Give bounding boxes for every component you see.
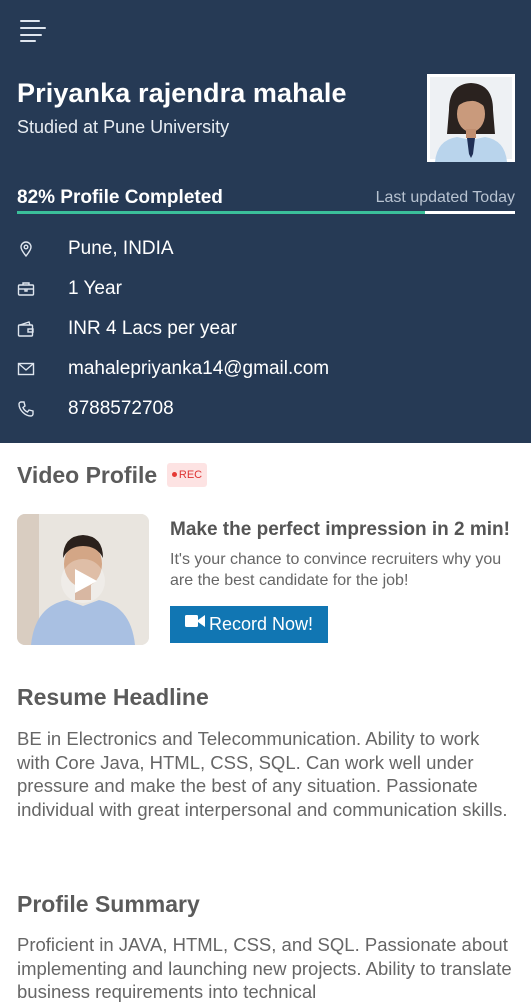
video-thumbnail[interactable] <box>17 514 149 645</box>
detail-experience: 1 Year <box>17 276 517 304</box>
detail-email: mahalepriyanka14@gmail.com <box>17 356 517 384</box>
profile-name: Priyanka rajendra mahale <box>17 78 347 108</box>
record-now-label: Record Now! <box>208 613 314 634</box>
profile-education: Studied at Pune University <box>17 117 230 137</box>
phone-icon <box>17 400 35 418</box>
location-value: Pune, INDIA <box>68 238 174 259</box>
resume-headline-title: Resume Headline <box>17 684 209 710</box>
detail-salary: INR 4 Lacs per year <box>17 316 517 344</box>
rec-badge-label: REC <box>178 469 203 481</box>
briefcase-icon <box>17 280 35 298</box>
profile-header: Priyanka rajendra mahale Studied at Pune… <box>0 0 531 443</box>
profile-completion-fill <box>17 211 426 214</box>
profile-photo[interactable] <box>427 74 515 162</box>
profile-completion-bar <box>17 211 515 214</box>
profile-completion-text: 82% Profile Completed <box>17 187 223 208</box>
phone-value[interactable]: 8788572708 <box>68 398 174 420</box>
experience-value: 1 Year <box>68 278 122 299</box>
last-updated-text: Last updated Today <box>375 189 515 206</box>
video-profile-description: It's your chance to convince recruiters … <box>170 551 502 589</box>
detail-phone: 8788572708 <box>17 396 517 424</box>
video-profile-title: Video Profile <box>17 462 158 488</box>
detail-location: Pune, INDIA <box>17 236 517 264</box>
video-profile-headline: Make the perfect impression in 2 min! <box>170 519 510 540</box>
resume-headline-text: BE in Electronics and Telecommunication.… <box>17 728 508 820</box>
mail-icon <box>17 360 35 378</box>
profile-summary-title: Profile Summary <box>17 891 200 917</box>
profile-summary-text: Proficient in JAVA, HTML, CSS, and SQL. … <box>17 934 512 1002</box>
hamburger-menu-icon[interactable] <box>20 20 46 42</box>
rec-badge: REC <box>167 463 207 487</box>
rec-dot-icon <box>171 471 177 477</box>
wallet-icon <box>17 320 35 338</box>
location-pin-icon <box>17 240 35 258</box>
video-camera-icon <box>184 612 205 633</box>
email-value[interactable]: mahalepriyanka14@gmail.com <box>68 358 329 380</box>
record-now-button[interactable]: Record Now! <box>170 606 328 643</box>
salary-value: INR 4 Lacs per year <box>68 318 237 339</box>
